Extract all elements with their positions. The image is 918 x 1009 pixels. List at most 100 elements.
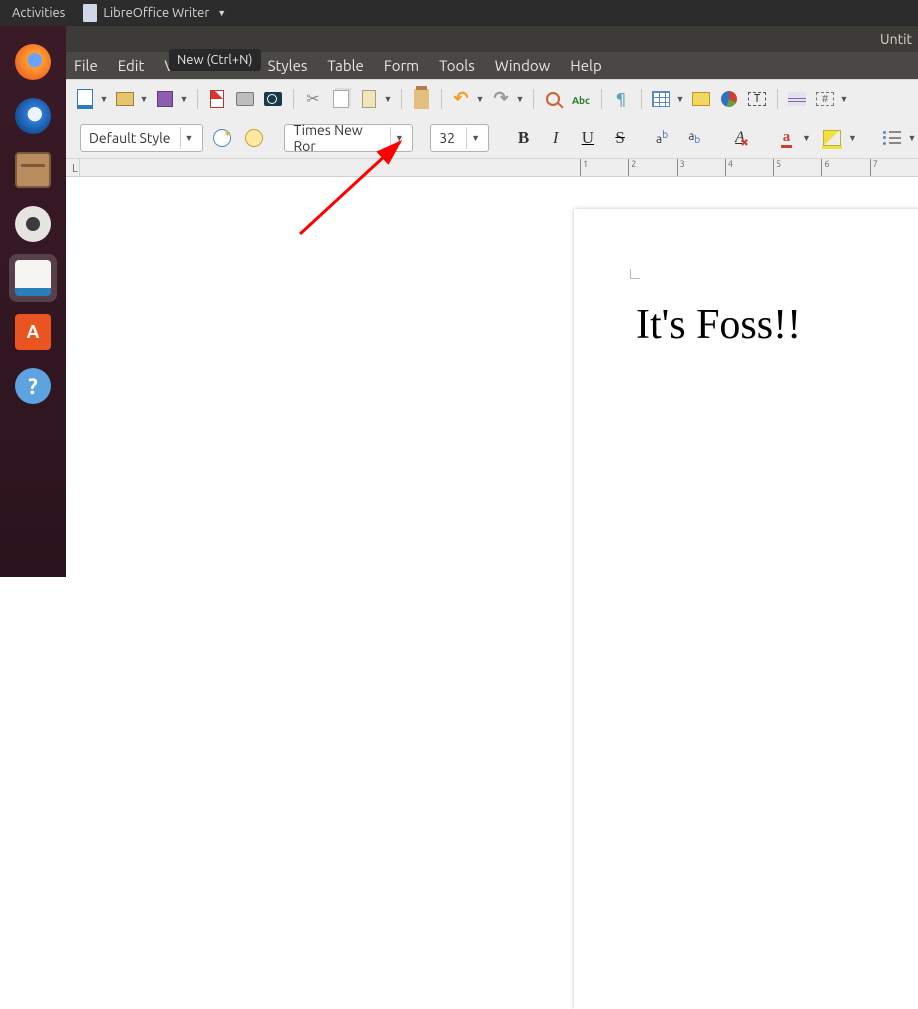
dock-thunderbird[interactable]: [9, 92, 57, 140]
gutter-mark: L: [72, 163, 78, 175]
open-button[interactable]: ▼: [112, 85, 150, 113]
chevron-down-icon[interactable]: ▼: [800, 133, 812, 143]
ruler-tick: 4: [725, 159, 773, 176]
rhythmbox-icon: [15, 206, 51, 242]
superscript-button[interactable]: [649, 124, 675, 152]
export-pdf-button[interactable]: [204, 85, 230, 113]
redo-button[interactable]: ▼: [488, 85, 526, 113]
copy-icon: [333, 90, 349, 108]
font-name-combo[interactable]: Times New Ror ▼: [284, 124, 412, 152]
dock-files[interactable]: [9, 146, 57, 194]
save-icon: [157, 91, 173, 107]
ruler-tick: 7: [870, 159, 918, 176]
app-menu[interactable]: LibreOffice Writer ▼: [83, 4, 226, 22]
pdf-icon: [210, 90, 224, 108]
paragraph-style-value: Default Style: [89, 130, 171, 146]
copy-button[interactable]: [328, 85, 354, 113]
insert-image-button[interactable]: [688, 85, 714, 113]
bold-icon: [518, 128, 529, 148]
dock-rhythmbox[interactable]: [9, 200, 57, 248]
workspace: L 1 2 3 4 5 6 7: [66, 159, 918, 577]
paste-button[interactable]: ▼: [356, 85, 394, 113]
menu-form[interactable]: Form: [384, 57, 419, 74]
chevron-down-icon[interactable]: ▼: [838, 94, 850, 104]
help-icon: ?: [15, 368, 51, 404]
menu-help[interactable]: Help: [570, 57, 601, 74]
subscript-button[interactable]: [681, 124, 707, 152]
chevron-down-icon[interactable]: ▼: [382, 94, 394, 104]
chevron-down-icon: ▼: [217, 8, 226, 18]
formatting-marks-button[interactable]: [608, 85, 634, 113]
open-icon: [116, 92, 134, 106]
chevron-down-icon[interactable]: ▼: [846, 133, 858, 143]
chevron-down-icon[interactable]: ▼: [178, 94, 190, 104]
chevron-down-icon[interactable]: ▼: [390, 127, 408, 149]
menu-table[interactable]: Table: [327, 57, 363, 74]
activities-button[interactable]: Activities: [12, 6, 65, 20]
new-style-button[interactable]: [241, 124, 267, 152]
cut-button[interactable]: [300, 85, 326, 113]
bullet-list-button[interactable]: ▼: [878, 124, 918, 152]
new-tooltip: New (Ctrl+N): [169, 49, 261, 71]
standard-toolbar: ▼ ▼ ▼ ▼ ▼ ▼ ▼ ▼: [66, 79, 918, 117]
print-preview-button[interactable]: [260, 85, 286, 113]
separator: [596, 85, 606, 113]
update-style-button[interactable]: [209, 124, 235, 152]
undo-button[interactable]: ▼: [448, 85, 486, 113]
separator: [772, 85, 782, 113]
dock-writer[interactable]: [9, 254, 57, 302]
menu-styles[interactable]: Styles: [268, 57, 308, 74]
window-title: Untit: [880, 31, 912, 47]
strikethrough-icon: [615, 128, 624, 148]
insert-textbox-button[interactable]: [744, 85, 770, 113]
find-replace-button[interactable]: [540, 85, 566, 113]
chevron-down-icon[interactable]: ▼: [466, 127, 484, 149]
ruler-tick: 1: [580, 159, 628, 176]
paragraph-style-combo[interactable]: Default Style ▼: [80, 124, 203, 152]
insert-pagebreak-button[interactable]: [784, 85, 810, 113]
chevron-down-icon[interactable]: ▼: [138, 94, 150, 104]
horizontal-ruler[interactable]: 1 2 3 4 5 6 7: [80, 159, 918, 177]
italic-icon: [553, 128, 559, 148]
save-button[interactable]: ▼: [152, 85, 190, 113]
pilcrow-icon: [616, 90, 626, 108]
clear-formatting-button[interactable]: [727, 124, 753, 152]
software-icon: [15, 314, 51, 350]
chevron-down-icon[interactable]: ▼: [180, 127, 198, 149]
pagebreak-icon: [788, 92, 806, 106]
font-size-value: 32: [439, 130, 455, 146]
menu-edit[interactable]: Edit: [118, 57, 145, 74]
highlight-button[interactable]: ▼: [818, 124, 858, 152]
spellcheck-button[interactable]: [568, 85, 594, 113]
ruler-corner: L: [66, 159, 80, 177]
dock-help[interactable]: ?: [9, 362, 57, 410]
font-color-button[interactable]: ▼: [772, 124, 812, 152]
separator: [396, 85, 406, 113]
menu-tools[interactable]: Tools: [439, 57, 475, 74]
new-document-button[interactable]: ▼: [72, 85, 110, 113]
document-text[interactable]: It's Foss!!: [636, 301, 801, 349]
menu-file[interactable]: File: [74, 57, 98, 74]
writer-window: Untit New (Ctrl+N) File Edit Vie Insert …: [66, 26, 918, 577]
ruler-tick: 6: [821, 159, 869, 176]
chevron-down-icon[interactable]: ▼: [674, 94, 686, 104]
chevron-down-icon[interactable]: ▼: [98, 94, 110, 104]
separator: [192, 85, 202, 113]
insert-table-button[interactable]: ▼: [648, 85, 686, 113]
chevron-down-icon[interactable]: ▼: [474, 94, 486, 104]
bold-button[interactable]: [510, 124, 536, 152]
chevron-down-icon[interactable]: ▼: [514, 94, 526, 104]
menu-window[interactable]: Window: [495, 57, 551, 74]
insert-field-button[interactable]: ▼: [812, 85, 850, 113]
strikethrough-button[interactable]: [607, 124, 633, 152]
print-button[interactable]: [232, 85, 258, 113]
new-icon: [77, 89, 93, 109]
italic-button[interactable]: [543, 124, 569, 152]
clone-formatting-button[interactable]: [408, 85, 434, 113]
insert-chart-button[interactable]: [716, 85, 742, 113]
chevron-down-icon[interactable]: ▼: [906, 133, 918, 143]
font-size-combo[interactable]: 32 ▼: [430, 124, 489, 152]
underline-button[interactable]: [575, 124, 601, 152]
dock-software[interactable]: [9, 308, 57, 356]
dock-firefox[interactable]: [9, 38, 57, 86]
